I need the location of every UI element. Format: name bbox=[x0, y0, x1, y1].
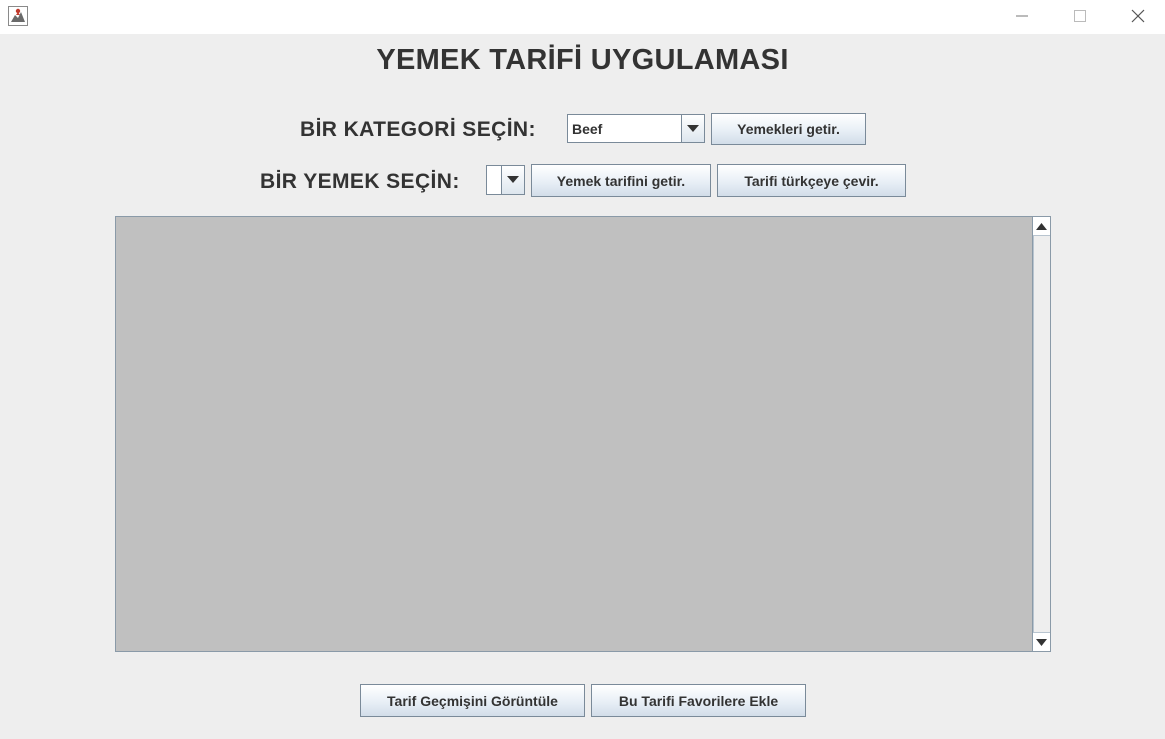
meal-combobox[interactable] bbox=[486, 165, 525, 195]
vertical-scrollbar[interactable] bbox=[1032, 216, 1051, 652]
get-recipe-button[interactable]: Yemek tarifini getir. bbox=[531, 164, 711, 197]
window-titlebar bbox=[0, 0, 1165, 34]
scrollbar-track[interactable] bbox=[1033, 236, 1050, 632]
category-combobox[interactable]: Beef bbox=[567, 114, 705, 143]
recipe-text-area[interactable] bbox=[115, 216, 1033, 652]
category-selected-value: Beef bbox=[572, 121, 603, 137]
chevron-down-icon[interactable] bbox=[681, 115, 704, 142]
minimize-icon[interactable] bbox=[1007, 5, 1035, 27]
chevron-down-icon[interactable] bbox=[501, 166, 524, 194]
category-label: BİR KATEGORİ SEÇİN: bbox=[300, 118, 536, 141]
main-panel: YEMEK TARİFİ UYGULAMASI BİR KATEGORİ SEÇ… bbox=[0, 34, 1165, 739]
add-favorite-button[interactable]: Bu Tarifi Favorilere Ekle bbox=[591, 684, 806, 717]
scroll-down-icon[interactable] bbox=[1033, 632, 1050, 651]
page-title: YEMEK TARİFİ UYGULAMASI bbox=[376, 44, 789, 76]
close-icon[interactable] bbox=[1124, 5, 1152, 27]
translate-recipe-button[interactable]: Tarifi türkçeye çevir. bbox=[717, 164, 906, 197]
meal-label: BİR YEMEK SEÇİN: bbox=[260, 170, 460, 193]
fetch-meals-button[interactable]: Yemekleri getir. bbox=[711, 113, 866, 145]
scroll-up-icon[interactable] bbox=[1033, 217, 1050, 236]
maximize-icon[interactable] bbox=[1065, 5, 1093, 27]
view-history-button[interactable]: Tarif Geçmişini Görüntüle bbox=[360, 684, 585, 717]
java-app-icon bbox=[8, 6, 28, 26]
